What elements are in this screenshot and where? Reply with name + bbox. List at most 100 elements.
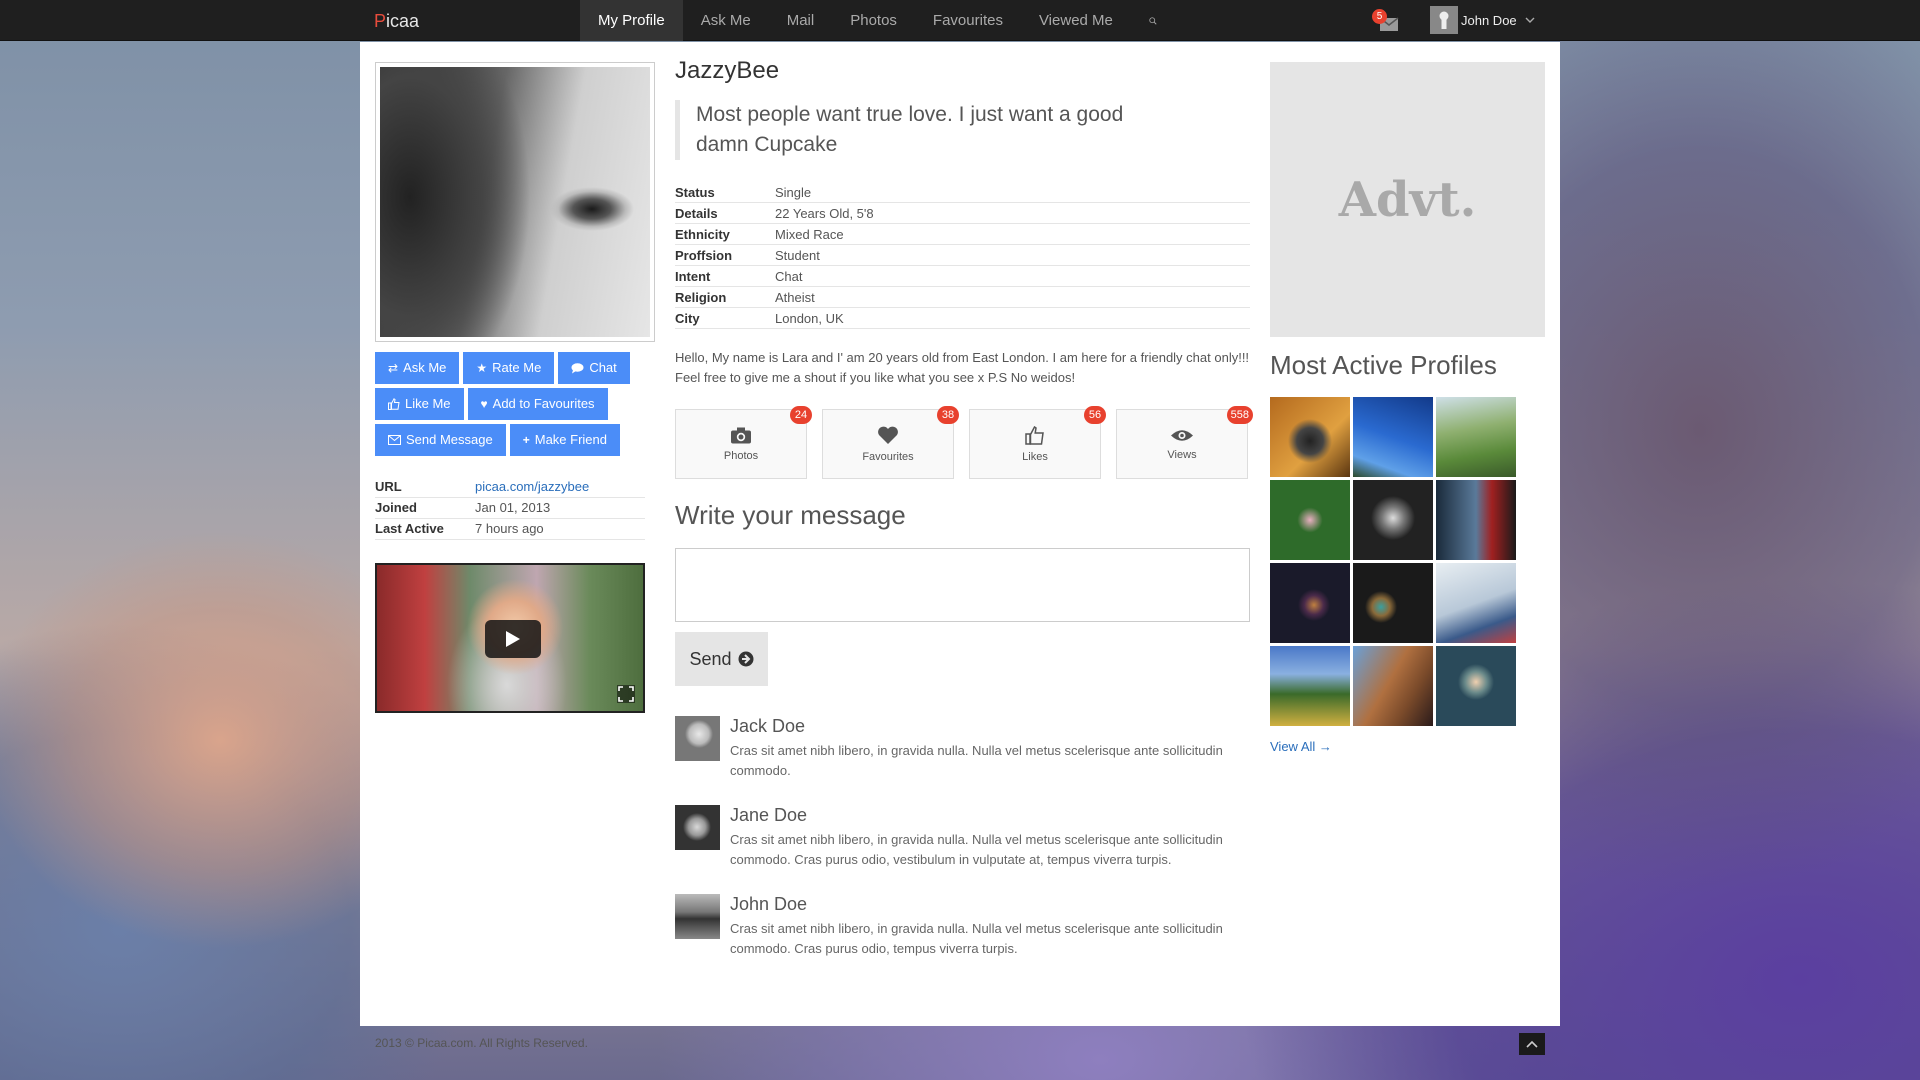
info-value: 22 Years Old, 5'8 bbox=[775, 206, 874, 221]
meta-value: Jan 01, 2013 bbox=[475, 500, 551, 515]
nav-ask-me[interactable]: Ask Me bbox=[683, 0, 769, 41]
profile-thumbnail[interactable] bbox=[1353, 480, 1433, 560]
comment-item: Jane Doe Cras sit amet nibh libero, in g… bbox=[675, 805, 1250, 870]
user-menu[interactable]: John Doe bbox=[1430, 6, 1535, 34]
meta-key: Joined bbox=[375, 500, 417, 515]
message-textarea[interactable] bbox=[675, 548, 1250, 622]
comment-avatar[interactable] bbox=[675, 894, 720, 939]
profile-thumbnail[interactable] bbox=[1436, 563, 1516, 643]
rate-me-label: Rate Me bbox=[492, 360, 542, 375]
user-silhouette-icon bbox=[1439, 11, 1449, 29]
comment-avatar[interactable] bbox=[675, 805, 720, 850]
info-row-religion: Religion Atheist bbox=[675, 287, 1250, 308]
comment-author[interactable]: John Doe bbox=[730, 894, 1250, 915]
stat-photos[interactable]: Photos 24 bbox=[675, 406, 812, 479]
back-to-top-button[interactable] bbox=[1519, 1033, 1545, 1055]
stat-likes[interactable]: Likes 56 bbox=[969, 406, 1106, 479]
comment-author[interactable]: Jane Doe bbox=[730, 805, 1250, 826]
comment-author[interactable]: Jack Doe bbox=[730, 716, 1250, 737]
nav-my-profile[interactable]: My Profile bbox=[580, 0, 683, 41]
nav-search-button[interactable] bbox=[1131, 0, 1175, 41]
user-avatar bbox=[1430, 6, 1458, 34]
stat-favourites[interactable]: Favourites 38 bbox=[822, 406, 959, 479]
thumbs-up-icon bbox=[388, 398, 400, 410]
info-row-intent: Intent Chat bbox=[675, 266, 1250, 287]
nav-mail[interactable]: Mail bbox=[769, 0, 833, 41]
envelope-icon bbox=[388, 435, 401, 445]
nav-viewed-me[interactable]: Viewed Me bbox=[1021, 0, 1131, 41]
send-message-button[interactable]: Send Message bbox=[375, 424, 506, 456]
advertisement-label: Advt. bbox=[1338, 171, 1477, 228]
stat-views[interactable]: Views 558 bbox=[1116, 406, 1253, 479]
arrow-circle-right-icon bbox=[738, 651, 754, 667]
play-icon bbox=[506, 631, 520, 647]
info-key: Ethnicity bbox=[675, 227, 730, 242]
info-key: Religion bbox=[675, 290, 727, 305]
user-name: John Doe bbox=[1461, 12, 1517, 28]
ask-me-label: Ask Me bbox=[403, 360, 447, 375]
meta-row-joined: Joined Jan 01, 2013 bbox=[375, 498, 645, 519]
like-me-button[interactable]: Like Me bbox=[375, 388, 464, 420]
meta-row-url: URL picaa.com/jazzybee bbox=[375, 477, 645, 498]
exchange-arrows-icon: ⇄ bbox=[388, 361, 399, 375]
profile-thumbnail[interactable] bbox=[1353, 646, 1433, 726]
meta-row-last-active: Last Active 7 hours ago bbox=[375, 519, 645, 540]
nav-favourites[interactable]: Favourites bbox=[915, 0, 1021, 41]
mail-count-badge: 5 bbox=[1372, 9, 1387, 24]
add-to-favourites-label: Add to Favourites bbox=[492, 396, 595, 411]
profile-meta-table: URL picaa.com/jazzybee Joined Jan 01, 20… bbox=[375, 477, 645, 540]
send-label: Send bbox=[689, 648, 732, 669]
info-row-status: Status Single bbox=[675, 182, 1250, 203]
stat-count-badge: 558 bbox=[1226, 406, 1253, 424]
comment-avatar[interactable] bbox=[675, 716, 720, 761]
make-friend-button[interactable]: + Make Friend bbox=[509, 424, 620, 456]
ask-me-button[interactable]: ⇄ Ask Me bbox=[375, 352, 460, 384]
stat-count-badge: 56 bbox=[1084, 406, 1106, 424]
most-active-title: Most Active Profiles bbox=[1270, 350, 1497, 380]
heart-icon bbox=[878, 426, 898, 444]
profile-thumbnail[interactable] bbox=[1270, 480, 1350, 560]
info-value: Chat bbox=[775, 269, 803, 284]
nav-photos[interactable]: Photos bbox=[832, 0, 915, 41]
message-section-title: Write your message bbox=[675, 500, 906, 530]
add-to-favourites-button[interactable]: ♥ Add to Favourites bbox=[467, 388, 608, 420]
search-icon bbox=[1149, 16, 1157, 25]
video-play-button[interactable] bbox=[485, 620, 541, 658]
make-friend-label: Make Friend bbox=[534, 432, 607, 447]
view-all-link[interactable]: View All → bbox=[1270, 739, 1332, 754]
profile-thumbnail[interactable] bbox=[1353, 563, 1433, 643]
rate-me-button[interactable]: ★ Rate Me bbox=[463, 352, 555, 384]
profile-video[interactable] bbox=[375, 563, 645, 713]
chevron-down-icon bbox=[1525, 17, 1535, 23]
info-key: Intent bbox=[675, 269, 711, 284]
advertisement-box[interactable]: Advt. bbox=[1270, 62, 1545, 337]
profile-thumbnail[interactable] bbox=[1436, 646, 1516, 726]
mail-notification[interactable]: 5 bbox=[1372, 9, 1403, 33]
profile-thumbnail[interactable] bbox=[1353, 397, 1433, 477]
profile-thumbnail[interactable] bbox=[1436, 397, 1516, 477]
profile-info-table: Status Single Details 22 Years Old, 5'8 … bbox=[675, 182, 1250, 329]
info-key: Details bbox=[675, 206, 718, 221]
profile-thumbnail[interactable] bbox=[1270, 397, 1350, 477]
heart-icon: ♥ bbox=[480, 397, 488, 411]
star-icon: ★ bbox=[476, 361, 488, 375]
send-button[interactable]: Send bbox=[675, 632, 768, 686]
brand-logo-initial: P bbox=[374, 11, 387, 31]
info-value: Mixed Race bbox=[775, 227, 844, 242]
profile-url-link[interactable]: picaa.com/jazzybee bbox=[475, 477, 589, 497]
stat-label: Favourites bbox=[862, 450, 914, 463]
profile-action-buttons: ⇄ Ask Me ★ Rate Me Chat Like Me ♥ Add to… bbox=[375, 352, 655, 460]
info-value: Student bbox=[775, 248, 820, 263]
like-me-label: Like Me bbox=[405, 396, 451, 411]
brand-logo[interactable]: Picaa bbox=[374, 11, 419, 32]
profile-bio: Hello, My name is Lara and I' am 20 year… bbox=[675, 350, 1250, 385]
profile-thumbnail[interactable] bbox=[1270, 646, 1350, 726]
info-key: Proffsion bbox=[675, 248, 733, 263]
footer-copyright: 2013 © Picaa.com. All Rights Reserved. bbox=[375, 1036, 588, 1050]
chat-button[interactable]: Chat bbox=[558, 352, 630, 384]
fullscreen-icon[interactable] bbox=[617, 685, 635, 703]
profile-thumbnail[interactable] bbox=[1270, 563, 1350, 643]
profile-thumbnail[interactable] bbox=[1436, 480, 1516, 560]
profile-photo[interactable] bbox=[375, 62, 655, 342]
info-key: City bbox=[675, 311, 700, 326]
